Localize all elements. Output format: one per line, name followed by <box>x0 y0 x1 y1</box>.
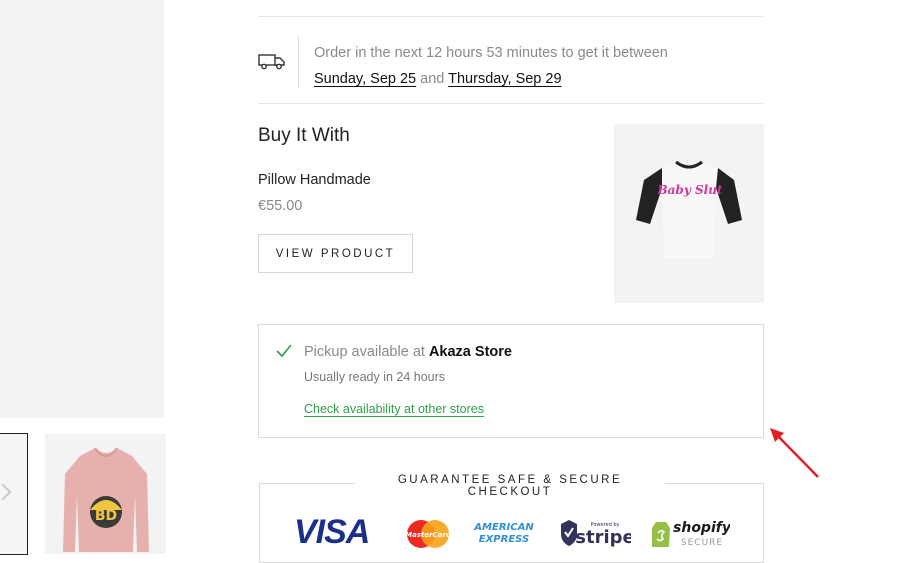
stripe-text: stripe <box>575 527 631 548</box>
secure-checkout-title: GUARANTEE SAFE & SECURE CHECKOUT <box>355 474 665 498</box>
visa-logo: VISA <box>294 513 370 551</box>
thumbnail-logo-text: BD <box>95 508 117 524</box>
mastercard-logo: MasterCard <box>405 520 452 548</box>
delivery-truck-icon <box>258 54 285 70</box>
gallery-thumbnail-selected[interactable] <box>0 433 28 555</box>
pickup-note: Usually ready in 24 hours <box>304 370 446 384</box>
shopify-secure-logo: shopify SECURE <box>652 520 730 548</box>
check-icon <box>276 344 292 358</box>
shopify-text: shopify <box>673 520 730 536</box>
bundle-product-price: €55.00 <box>258 198 303 214</box>
shirt-print-text: Baby Slut <box>657 183 723 197</box>
pickup-status: Pickup available at Akaza Store <box>304 344 512 360</box>
amex-line1: AMERICAN <box>473 522 534 533</box>
amex-line2: EXPRESS <box>479 534 529 545</box>
mastercard-text: MasterCard <box>405 531 452 539</box>
shipping-estimate: Order in the next 12 hours 53 minutes to… <box>314 40 668 92</box>
shipping-connector: and <box>420 71 445 87</box>
raglan-shirt-image: Baby Slut <box>636 160 742 258</box>
bundle-product-name[interactable]: Pillow Handmade <box>258 172 371 188</box>
divider-vertical <box>298 37 299 87</box>
pickup-prefix: Pickup available at <box>304 344 425 360</box>
bundle-title: Buy It With <box>258 125 350 146</box>
pickup-store-name: Akaza Store <box>428 344 512 360</box>
stripe-logo: Powered by stripe <box>561 520 631 548</box>
view-product-button[interactable]: VIEW PRODUCT <box>258 234 413 273</box>
amex-logo: AMERICAN EXPRESS <box>473 522 534 545</box>
divider-mid <box>258 103 764 104</box>
shopify-secure-text: SECURE <box>681 538 723 548</box>
chevron-right-icon <box>0 483 12 501</box>
divider-top <box>258 16 764 17</box>
shipping-date-start: Sunday, Sep 25 <box>314 71 417 87</box>
bundle-product-image[interactable]: Baby Slut <box>614 124 764 303</box>
check-availability-link[interactable]: Check availability at other stores <box>304 402 484 416</box>
shipping-date-end: Thursday, Sep 29 <box>448 71 562 87</box>
gallery-thumbnail-sweater[interactable]: BD <box>45 434 166 554</box>
annotation-arrow-icon <box>770 428 819 478</box>
product-main-image[interactable] <box>0 0 164 418</box>
sweater-image: BD <box>63 447 149 552</box>
shipping-line: Order in the next 12 hours 53 minutes to… <box>314 45 668 61</box>
